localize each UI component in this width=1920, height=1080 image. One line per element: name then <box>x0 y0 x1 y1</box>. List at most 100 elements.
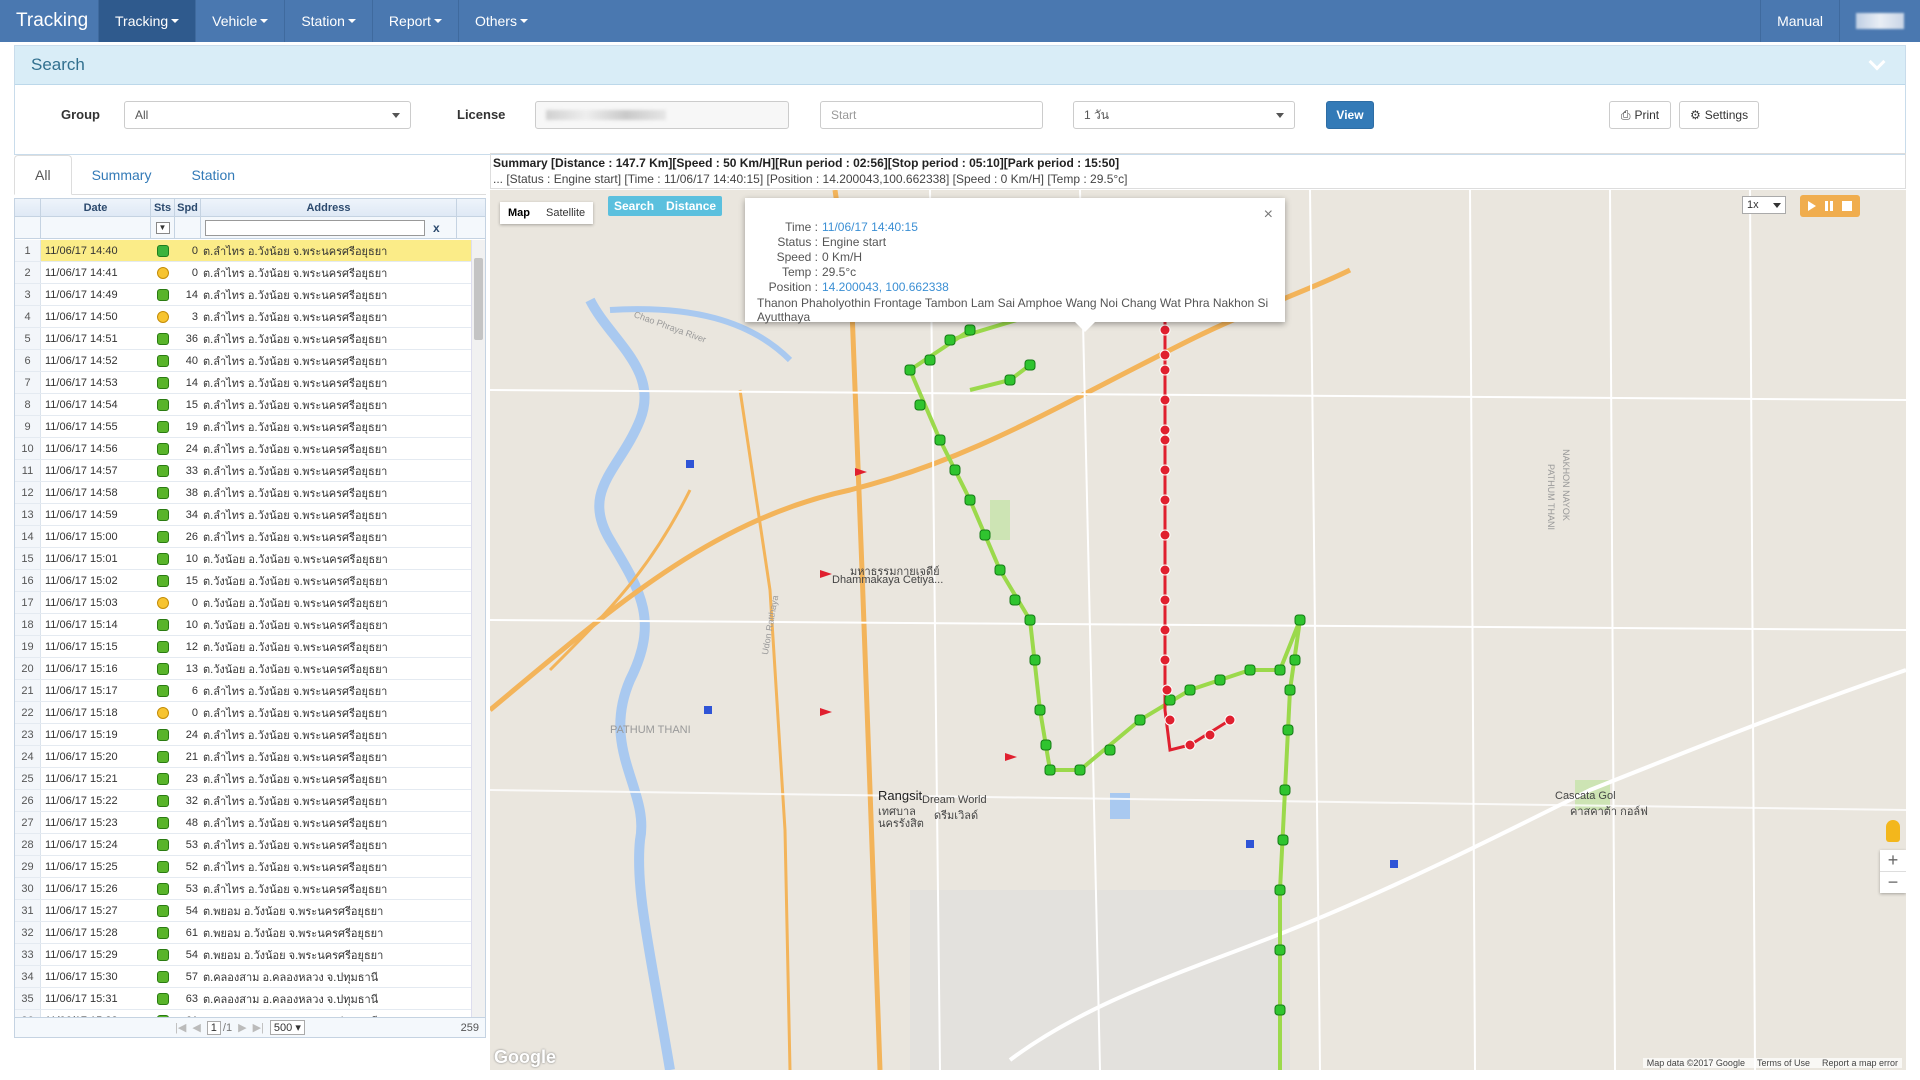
route-point-marker[interactable] <box>1274 884 1286 896</box>
table-row[interactable]: 21 11/06/17 15:17 6 ต.ลำไทร อ.วังน้อย จ.พระ… <box>15 680 471 702</box>
route-point-marker[interactable] <box>1159 654 1171 666</box>
route-point-marker[interactable] <box>914 399 926 411</box>
table-row[interactable]: 29 11/06/17 15:25 52 ต.ลำไทร อ.วังน้อย จ.พร… <box>15 856 471 878</box>
address-filter-input[interactable] <box>205 219 425 236</box>
route-point-marker[interactable] <box>1224 714 1236 726</box>
table-row[interactable]: 16 11/06/17 15:02 15 ต.วังน้อย อ.วังน้อย จ.… <box>15 570 471 592</box>
chevron-down-icon[interactable] <box>1868 53 1886 71</box>
route-point-marker[interactable] <box>1184 739 1196 751</box>
route-point-marker[interactable] <box>964 324 976 336</box>
route-point-marker[interactable] <box>934 434 946 446</box>
table-row[interactable]: 10 11/06/17 14:56 24 ต.ลำไทร อ.วังน้อย จ.พร… <box>15 438 471 460</box>
nav-others[interactable]: Others <box>457 0 544 42</box>
table-row[interactable]: 8 11/06/17 14:54 15 ต.ลำไทร อ.วังน้อย จ.พระ… <box>15 394 471 416</box>
route-point-marker[interactable] <box>1164 714 1176 726</box>
route-point-marker[interactable] <box>1159 564 1171 576</box>
route-point-marker[interactable] <box>1284 684 1296 696</box>
table-row[interactable]: 19 11/06/17 15:15 12 ต.วังน้อย อ.วังน้อย จ.… <box>15 636 471 658</box>
table-row[interactable]: 33 11/06/17 15:29 54 ต.พยอม อ.วังน้อย จ.พระ… <box>15 944 471 966</box>
search-panel-header[interactable]: Search <box>15 46 1905 85</box>
clear-filter-icon[interactable]: x <box>433 221 440 235</box>
route-point-marker[interactable] <box>944 334 956 346</box>
route-point-marker[interactable] <box>1277 834 1289 846</box>
zoom-in-button[interactable]: + <box>1880 850 1906 871</box>
route-point-marker[interactable] <box>964 494 976 506</box>
col-date[interactable]: Date <box>41 199 151 216</box>
stop-icon[interactable] <box>1841 201 1852 211</box>
table-row[interactable]: 1 11/06/17 14:40 0 ต.ลำไทร อ.วังน้อย จ.พระน… <box>15 240 471 262</box>
playback-speed-select[interactable]: 1x <box>1742 196 1786 214</box>
route-point-marker[interactable] <box>1214 674 1226 686</box>
table-row[interactable]: 32 11/06/17 15:28 61 ต.พยอม อ.วังน้อย จ.พระ… <box>15 922 471 944</box>
route-point-marker[interactable] <box>1289 654 1301 666</box>
first-page-icon[interactable]: |◀ <box>175 1021 186 1034</box>
close-icon[interactable]: × <box>1264 206 1273 224</box>
period-select[interactable]: 1 วัน <box>1073 101 1295 129</box>
route-point-marker[interactable] <box>1159 394 1171 406</box>
license-input[interactable] <box>535 101 789 129</box>
route-point-marker[interactable] <box>1159 324 1171 336</box>
route-point-marker[interactable] <box>1029 654 1041 666</box>
play-icon[interactable] <box>1808 201 1817 211</box>
route-point-marker[interactable] <box>1024 359 1036 371</box>
street-view-icon[interactable] <box>1886 820 1900 842</box>
table-row[interactable]: 6 11/06/17 14:52 40 ต.ลำไทร อ.วังน้อย จ.พระ… <box>15 350 471 372</box>
route-point-marker[interactable] <box>979 529 991 541</box>
route-point-marker[interactable] <box>1159 594 1171 606</box>
table-row[interactable]: 12 11/06/17 14:58 38 ต.ลำไทร อ.วังน้อย จ.พร… <box>15 482 471 504</box>
col-status[interactable]: Sts <box>151 199 175 216</box>
tab-all[interactable]: All <box>14 155 72 195</box>
route-point-marker[interactable] <box>1004 374 1016 386</box>
route-point-marker[interactable] <box>1244 664 1256 676</box>
table-row[interactable]: 35 11/06/17 15:31 63 ต.คลองสาม อ.คลองหลวง จ… <box>15 988 471 1010</box>
route-point-marker[interactable] <box>1282 724 1294 736</box>
scroll-thumb[interactable] <box>474 258 483 340</box>
table-row[interactable]: 17 11/06/17 15:03 0 ต.วังน้อย อ.วังน้อย จ.พ… <box>15 592 471 614</box>
table-row[interactable]: 31 11/06/17 15:27 54 ต.พยอม อ.วังน้อย จ.พระ… <box>15 900 471 922</box>
route-point-marker[interactable] <box>1204 729 1216 741</box>
table-row[interactable]: 25 11/06/17 15:21 23 ต.ลำไทร อ.วังน้อย จ.พร… <box>15 768 471 790</box>
filter-dropdown-icon[interactable]: ▼ <box>155 221 170 234</box>
page-size-select[interactable]: 500 ▾ <box>269 1020 305 1035</box>
map-distance-button[interactable]: Distance <box>660 196 722 216</box>
route-point-marker[interactable] <box>1134 714 1146 726</box>
route-point-marker[interactable] <box>1040 739 1052 751</box>
table-row[interactable]: 20 11/06/17 15:16 13 ต.วังน้อย อ.วังน้อย จ.… <box>15 658 471 680</box>
table-row[interactable]: 7 11/06/17 14:53 14 ต.ลำไทร อ.วังน้อย จ.พระ… <box>15 372 471 394</box>
table-row[interactable]: 15 11/06/17 15:01 10 ต.วังน้อย อ.วังน้อย จ.… <box>15 548 471 570</box>
table-row[interactable]: 11 11/06/17 14:57 33 ต.ลำไทร อ.วังน้อย จ.พร… <box>15 460 471 482</box>
table-row[interactable]: 18 11/06/17 15:14 10 ต.วังน้อย อ.วังน้อย จ.… <box>15 614 471 636</box>
route-point-marker[interactable] <box>994 564 1006 576</box>
route-point-marker[interactable] <box>1161 684 1173 696</box>
pause-icon[interactable] <box>1824 201 1833 211</box>
tab-summary[interactable]: Summary <box>72 155 172 194</box>
settings-button[interactable]: ⚙ Settings <box>1679 101 1759 129</box>
popup-value[interactable]: 11/06/17 14:40:15 <box>822 220 918 235</box>
route-point-marker[interactable] <box>1159 434 1171 446</box>
prev-page-icon[interactable]: ◀ <box>192 1021 200 1034</box>
map-search-button[interactable]: Search <box>608 196 660 216</box>
route-point-marker[interactable] <box>1159 364 1171 376</box>
route-point-marker[interactable] <box>1159 624 1171 636</box>
popup-value[interactable]: 14.200043, 100.662338 <box>822 280 949 295</box>
page-input[interactable]: 1 <box>206 1020 221 1035</box>
nav-vehicle[interactable]: Vehicle <box>195 0 284 42</box>
zoom-out-button[interactable]: − <box>1880 871 1906 893</box>
route-point-marker[interactable] <box>1034 704 1046 716</box>
route-point-marker[interactable] <box>1159 349 1171 361</box>
col-speed[interactable]: Spd <box>175 199 201 216</box>
map-type-map[interactable]: Map <box>500 202 538 224</box>
table-row[interactable]: 30 11/06/17 15:26 53 ต.ลำไทร อ.วังน้อย จ.พร… <box>15 878 471 900</box>
route-point-marker[interactable] <box>1274 664 1286 676</box>
nav-station[interactable]: Station <box>284 0 372 42</box>
route-point-marker[interactable] <box>949 464 961 476</box>
col-address[interactable]: Address <box>201 199 457 216</box>
table-row[interactable]: 23 11/06/17 15:19 24 ต.ลำไทร อ.วังน้อย จ.พร… <box>15 724 471 746</box>
terms-link[interactable]: Terms of Use <box>1757 1058 1810 1068</box>
route-point-marker[interactable] <box>1164 694 1176 706</box>
user-menu[interactable] <box>1839 0 1920 42</box>
table-row[interactable]: 13 11/06/17 14:59 34 ต.ลำไทร อ.วังน้อย จ.พร… <box>15 504 471 526</box>
route-point-marker[interactable] <box>1009 594 1021 606</box>
next-page-icon[interactable]: ▶ <box>238 1021 246 1034</box>
table-row[interactable]: 3 11/06/17 14:49 14 ต.ลำไทร อ.วังน้อย จ.พระ… <box>15 284 471 306</box>
